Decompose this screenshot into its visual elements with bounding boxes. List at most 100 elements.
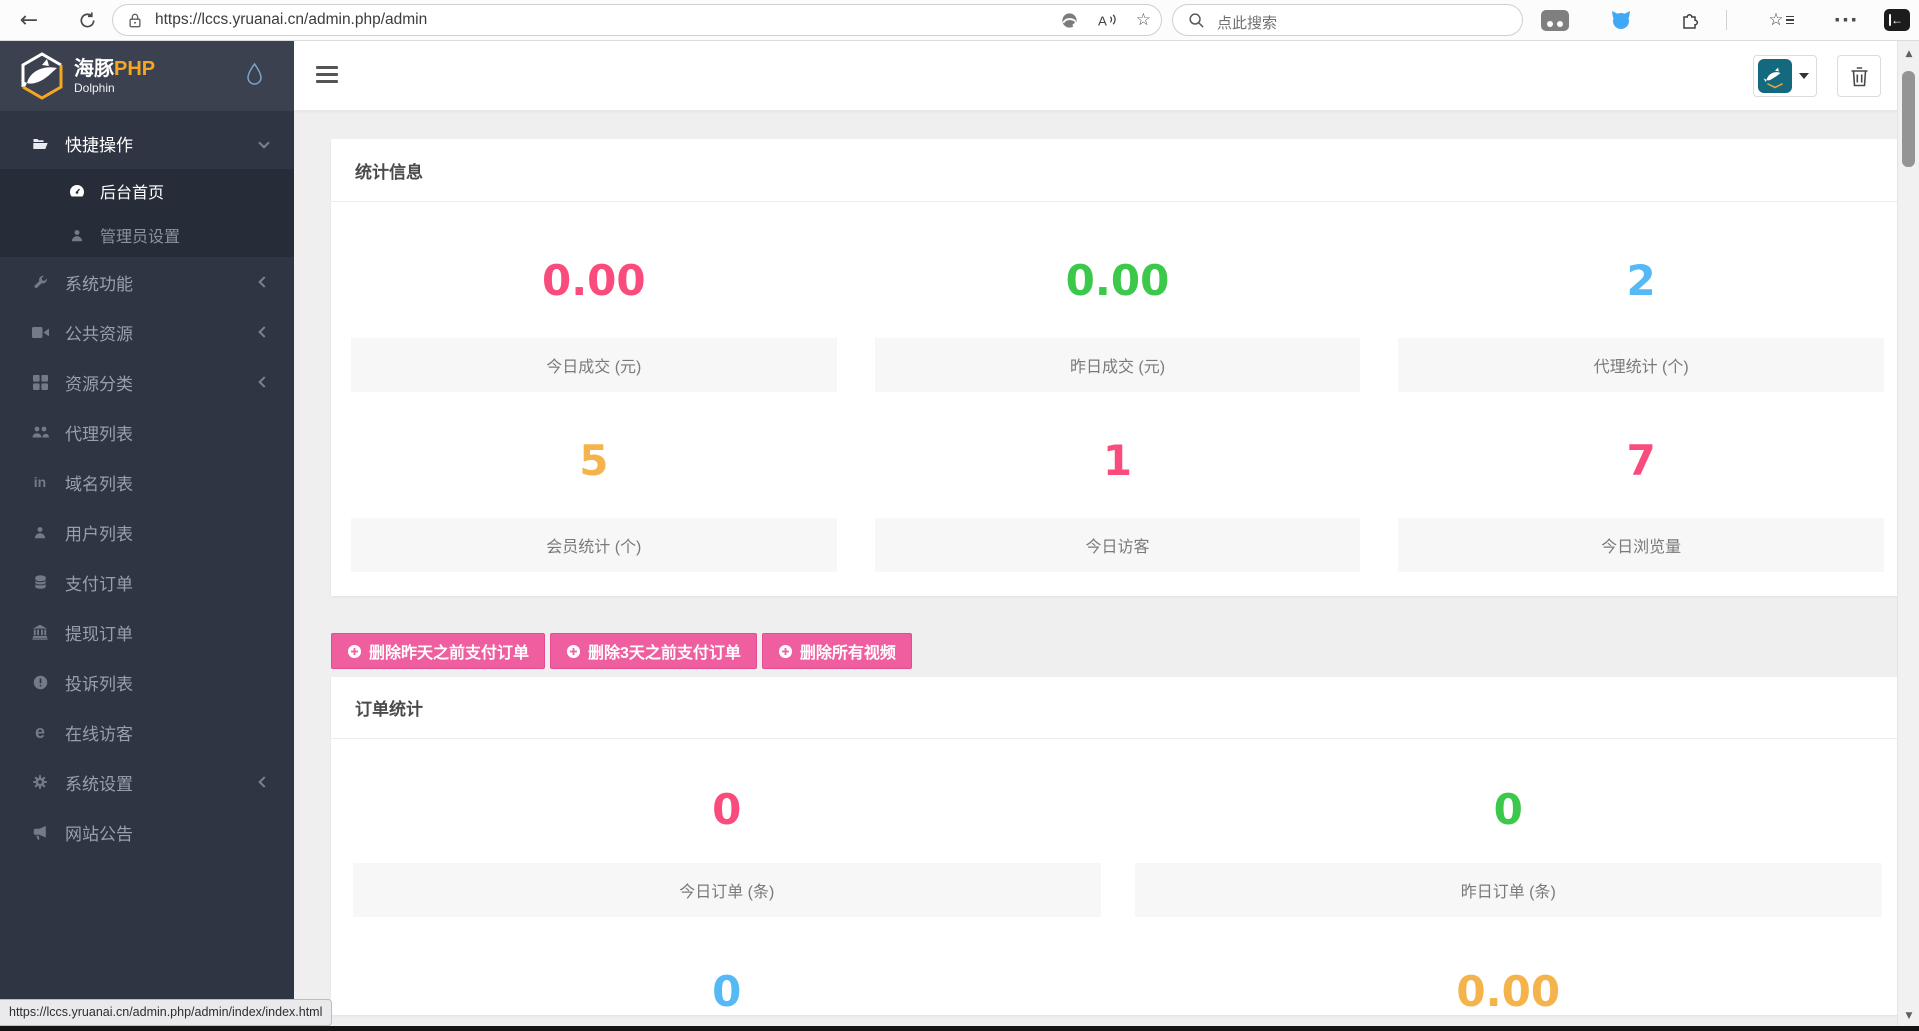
stat-label: 今日访客 (874, 518, 1361, 572)
url-text[interactable]: https://lccs.yruanai.cn/admin.php/admin (155, 11, 427, 29)
avatar (1758, 59, 1792, 93)
scroll-up-arrow-icon[interactable]: ▲ (1898, 49, 1919, 59)
sidebar-item-label: 快捷操作 (65, 135, 133, 155)
user-menu-button[interactable] (1753, 55, 1817, 97)
stat-cell: 2 代理统计 (个) (1398, 202, 1884, 392)
sidebar-item-complaint-list[interactable]: 投诉列表 (0, 657, 294, 707)
stat-cell: 1 今日访客 (874, 392, 1361, 572)
warning-circle-icon (30, 675, 50, 690)
database-icon (30, 574, 50, 590)
app-window: 海豚PHP Dolphin 快捷操作 后台首页 管理员设置 系统功能 公共资源 … (0, 41, 1919, 1031)
stat-value: 2 (1626, 256, 1656, 305)
stat-label: 今日浏览量 (1398, 518, 1884, 572)
sidebar-item-label: 资源分类 (65, 374, 133, 394)
favorites-bar-icon[interactable]: ☆ (1764, 0, 1798, 40)
sidebar-item-label: 代理列表 (65, 424, 133, 444)
url-bar[interactable]: https://lccs.yruanai.cn/admin.php/admin … (112, 4, 1162, 36)
plus-circle-icon (778, 644, 793, 659)
lock-icon[interactable] (127, 12, 143, 29)
chevron-left-icon (258, 326, 270, 338)
sidebar-item-label: 后台首页 (100, 185, 165, 202)
stats-grid: 0.00 今日成交 (元) 0.00 昨日成交 (元) 2 代理统计 (个) 5… (331, 202, 1904, 596)
cat-extension-icon[interactable] (1605, 0, 1637, 40)
sidebar-submenu: 后台首页 管理员设置 (0, 169, 294, 257)
scroll-down-arrow-icon[interactable]: ▼ (1898, 1011, 1919, 1021)
extensions-icon[interactable] (1674, 0, 1706, 40)
sidebar-item-site-announcement[interactable]: 网站公告 (0, 807, 294, 857)
hamburger-menu-icon[interactable] (316, 66, 338, 87)
sidebar-item-admin-settings[interactable]: 管理员设置 (0, 213, 294, 257)
brand-cn: 海豚 (74, 57, 114, 80)
users-group-icon (30, 425, 50, 439)
folder-open-icon (30, 136, 50, 151)
delete-all-videos-button[interactable]: 删除所有视频 (761, 633, 912, 669)
sidebar-panel-icon[interactable]: ← (1884, 9, 1910, 31)
refresh-icon[interactable] (70, 0, 104, 40)
stat-cell: 0.00 昨日成交 (元) (874, 202, 1361, 392)
orders-grid: 0 今日订单 (条) 0 昨日订单 (条) 0 0.00 (331, 739, 1904, 1015)
plus-circle-icon (566, 644, 581, 659)
brand-sub: Dolphin (74, 80, 115, 95)
bank-icon (30, 624, 50, 640)
settings-more-icon[interactable]: ··· (1830, 0, 1862, 40)
stat-value: 0.00 (1065, 256, 1170, 305)
button-label: 删除昨天之前支付订单 (369, 645, 530, 662)
smartscreen-icon[interactable] (1060, 11, 1079, 30)
chevron-left-icon (258, 776, 270, 788)
stat-value: 1 (1102, 436, 1133, 485)
sidebar-item-domain-list[interactable]: in 域名列表 (0, 457, 294, 507)
search-box[interactable]: 点此搜索 (1172, 4, 1523, 36)
link-preview-tooltip: https://lccs.yruanai.cn/admin.php/admin/… (0, 999, 333, 1026)
sidebar-item-quick-actions[interactable]: 快捷操作 (0, 117, 294, 169)
stats-panel-header: 统计信息 (331, 139, 1904, 202)
stat-label: 代理统计 (个) (1398, 338, 1884, 392)
page-scrollbar[interactable]: ▲ ▼ (1897, 41, 1919, 1031)
window-bottom-edge (0, 1026, 1919, 1031)
sidebar-item-dashboard[interactable]: 后台首页 (0, 169, 294, 213)
stat-cell: 0 (353, 917, 1101, 1015)
stats-panel: 统计信息 0.00 今日成交 (元) 0.00 昨日成交 (元) 2 代理统计 … (331, 139, 1904, 596)
sidebar-item-label: 管理员设置 (100, 229, 181, 246)
linkedin-in-icon: in (33, 474, 47, 490)
user-icon (68, 228, 86, 243)
svg-text:A: A (1098, 13, 1107, 28)
stat-value: 0 (712, 967, 742, 1016)
dashboard-icon (68, 184, 86, 198)
delete-orders-before-3days-button[interactable]: 删除3天之前支付订单 (550, 633, 757, 669)
sidebar-item-payment-orders[interactable]: 支付订单 (0, 557, 294, 607)
sidebar-item-label: 系统设置 (65, 774, 133, 794)
stat-value: 0 (712, 785, 742, 834)
sidebar-item-label: 系统功能 (65, 274, 133, 294)
sidebar-item-public-resources[interactable]: 公共资源 (0, 307, 294, 357)
water-drop-icon[interactable] (245, 62, 264, 87)
chevron-down-icon (1799, 73, 1809, 79)
plus-circle-icon (347, 644, 362, 659)
brand-php: PHP (114, 57, 156, 80)
favorite-star-icon[interactable]: ☆ (1136, 10, 1151, 30)
delete-orders-before-yesterday-button[interactable]: 删除昨天之前支付订单 (331, 633, 546, 669)
chevron-left-icon (258, 276, 270, 288)
stat-value: 0.00 (542, 256, 646, 305)
search-placeholder: 点此搜索 (1217, 15, 1278, 32)
chevron-down-icon (258, 137, 270, 149)
read-aloud-icon[interactable]: A (1097, 11, 1118, 30)
clear-cache-button[interactable] (1837, 55, 1881, 97)
split-screen-icon[interactable] (1541, 10, 1569, 31)
main-area: 统计信息 0.00 今日成交 (元) 0.00 昨日成交 (元) 2 代理统计 … (294, 41, 1919, 1031)
sidebar-item-agent-list[interactable]: 代理列表 (0, 407, 294, 457)
sidebar-item-label: 提现订单 (65, 624, 133, 644)
edge-browser-icon: e (34, 722, 45, 742)
back-icon[interactable]: ← (12, 0, 46, 40)
sidebar-item-resource-categories[interactable]: 资源分类 (0, 357, 294, 407)
wrench-icon (30, 274, 50, 290)
sidebar-item-user-list[interactable]: 用户列表 (0, 507, 294, 557)
sidebar-item-online-visitors[interactable]: e 在线访客 (0, 707, 294, 757)
orders-panel-header: 订单统计 (331, 677, 1904, 739)
scrollbar-thumb[interactable] (1902, 71, 1915, 167)
sidebar-item-label: 域名列表 (65, 474, 133, 494)
stat-cell: 0.00 今日成交 (元) (351, 202, 837, 392)
sidebar-item-system-settings[interactable]: 系统设置 (0, 757, 294, 807)
browser-toolbar: ← https://lccs.yruanai.cn/admin.php/admi… (0, 0, 1919, 41)
sidebar-item-withdrawal-orders[interactable]: 提现订单 (0, 607, 294, 657)
sidebar-item-system-functions[interactable]: 系统功能 (0, 257, 294, 307)
